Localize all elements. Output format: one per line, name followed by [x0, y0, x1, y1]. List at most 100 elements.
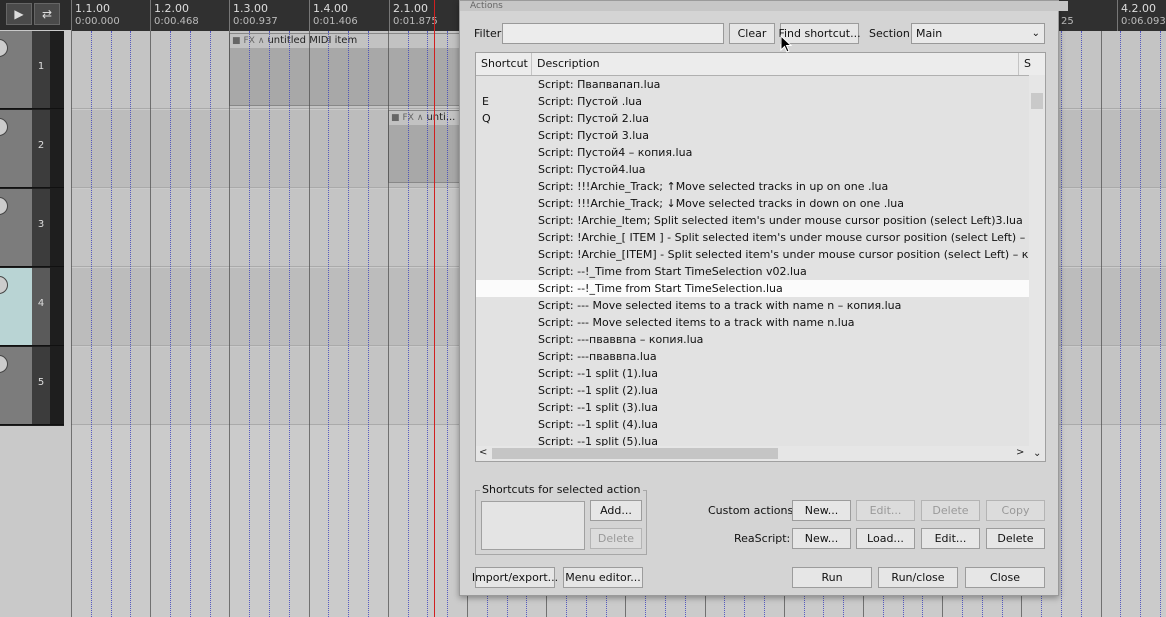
grid-line: [289, 31, 290, 617]
action-row[interactable]: Script: --- Move selected items to a tra…: [476, 297, 1029, 314]
action-row[interactable]: E Script: Пустой .lua: [476, 93, 1029, 110]
action-row[interactable]: Script: Пустой4.lua: [476, 161, 1029, 178]
grid-line: [1081, 31, 1082, 617]
grid-line: [408, 31, 409, 617]
action-description: Script: Пвапвапап.lua: [538, 78, 661, 91]
grid-line: [71, 31, 72, 617]
action-description: Script: --- Move selected items to a tra…: [538, 316, 855, 329]
midi-item[interactable]: ■ FX ∧ untitled MIDI item: [229, 33, 479, 106]
chevron-right-icon[interactable]: >: [1016, 447, 1024, 458]
action-description: Script: ---пваввпа.lua: [538, 350, 657, 363]
scrollbar-thumb[interactable]: [492, 448, 778, 459]
track-number: 2: [37, 140, 45, 151]
custom-edit-button[interactable]: Edit...: [856, 500, 915, 521]
delete-shortcut-button[interactable]: Delete: [590, 528, 642, 549]
reascript-delete-button[interactable]: Delete: [986, 528, 1045, 549]
action-description: Script: --1 split (4).lua: [538, 418, 659, 431]
action-description: Script: !Archie_[ITEM] - Split selected …: [538, 248, 1046, 261]
add-shortcut-button[interactable]: Add...: [590, 500, 642, 521]
run-button[interactable]: Run: [792, 567, 872, 588]
ruler-marker: 1.4.00 0:01.406: [309, 0, 358, 31]
action-row[interactable]: Script: !!!Archie_Track; ↓Move selected …: [476, 195, 1029, 212]
custom-new-button[interactable]: New...: [792, 500, 851, 521]
track-header-selected[interactable]: 4: [0, 268, 64, 346]
action-description: Script: !Archie_Item; Split selected ite…: [538, 214, 1023, 227]
track-header[interactable]: 1: [0, 31, 64, 109]
grid-line: [368, 31, 369, 617]
custom-copy-button[interactable]: Copy: [986, 500, 1045, 521]
column-header-extra[interactable]: S: [1019, 53, 1045, 75]
list-header: Shortcut Description S ^: [476, 53, 1045, 76]
action-row[interactable]: Script: --1 split (1).lua: [476, 365, 1029, 382]
chevron-down-icon[interactable]: ⌄: [1033, 448, 1041, 459]
section-select[interactable]: Main ⌄: [911, 23, 1045, 44]
reascript-load-button[interactable]: Load...: [856, 528, 915, 549]
play-cursor[interactable]: [434, 0, 435, 617]
action-row-selected[interactable]: Script: --!_Time from Start TimeSelectio…: [476, 280, 1029, 297]
action-row[interactable]: Script: --1 split (2).lua: [476, 382, 1029, 399]
filter-input[interactable]: [502, 23, 724, 44]
play-icon[interactable]: ▶: [6, 3, 32, 25]
action-row[interactable]: Script: --1 split (4).lua: [476, 416, 1029, 433]
dialog-title[interactable]: Actions: [460, 1, 1068, 11]
actions-list[interactable]: Shortcut Description S ^ Script: Пвапвап…: [475, 52, 1046, 462]
action-row[interactable]: Q Script: Пустой 2.lua: [476, 110, 1029, 127]
run-close-button[interactable]: Run/close: [878, 567, 958, 588]
scrollbar-thumb[interactable]: [1031, 93, 1043, 109]
volume-knob-icon[interactable]: [0, 118, 8, 136]
volume-knob-icon[interactable]: [0, 276, 8, 294]
track-header[interactable]: 3: [0, 189, 64, 267]
chevron-left-icon[interactable]: <: [479, 447, 487, 458]
action-row[interactable]: Script: ---пваввпа – копия.lua: [476, 331, 1029, 348]
item-name: unti...: [426, 112, 456, 123]
grid-line: [269, 31, 270, 617]
horizontal-scrollbar[interactable]: < >: [476, 446, 1029, 461]
action-row[interactable]: Script: Пустой 3.lua: [476, 127, 1029, 144]
action-description: Script: ---пваввпа – копия.lua: [538, 333, 704, 346]
volume-knob-icon[interactable]: [0, 355, 8, 373]
grid-line: [111, 31, 112, 617]
menu-editor-button[interactable]: Menu editor...: [563, 567, 643, 588]
action-description: Script: !!!Archie_Track; ↓Move selected …: [538, 197, 904, 210]
import-export-button[interactable]: Import/export...: [472, 567, 558, 588]
column-header-shortcut[interactable]: Shortcut: [476, 53, 532, 75]
sort-ascending-icon: ^: [771, 52, 779, 60]
shortcuts-group-title: Shortcuts for selected action: [480, 483, 643, 496]
grid-line: [249, 31, 250, 617]
action-description: Script: --!_Time from Start TimeSelectio…: [538, 282, 783, 295]
action-row[interactable]: Script: !Archie_[ ITEM ] - Split selecte…: [476, 229, 1045, 246]
action-shortcut: E: [482, 95, 489, 108]
reascript-new-button[interactable]: New...: [792, 528, 851, 549]
action-row[interactable]: Script: !Archie_Item; Split selected ite…: [476, 212, 1029, 229]
action-row[interactable]: Script: --- Move selected items to a tra…: [476, 314, 1029, 331]
grid-line: [190, 31, 191, 617]
track-number: 4: [37, 298, 45, 309]
action-description: Script: --- Move selected items to a tra…: [538, 299, 902, 312]
action-row[interactable]: Script: --1 split (3).lua: [476, 399, 1029, 416]
track-header[interactable]: 5: [0, 347, 64, 425]
grid-line: [210, 31, 211, 617]
shortcuts-list[interactable]: [481, 501, 585, 550]
action-row[interactable]: Script: Пвапвапап.lua: [476, 76, 1029, 93]
action-row[interactable]: Script: !Archie_[ITEM] - Split selected …: [476, 246, 1045, 263]
grid-line: [309, 31, 310, 617]
close-button[interactable]: Close: [965, 567, 1045, 588]
custom-delete-button[interactable]: Delete: [921, 500, 980, 521]
clear-button[interactable]: Clear: [729, 23, 775, 44]
action-description: Script: --1 split (2).lua: [538, 384, 659, 397]
action-description: Script: Пустой 3.lua: [538, 129, 649, 142]
grid-line: [1101, 31, 1102, 617]
reascript-edit-button[interactable]: Edit...: [921, 528, 980, 549]
action-row[interactable]: Script: Пустой4 – копия.lua: [476, 144, 1029, 161]
track-header[interactable]: 2: [0, 110, 64, 188]
vertical-scrollbar[interactable]: ⌄: [1029, 75, 1045, 461]
grid-line: [328, 31, 329, 617]
action-description: Script: --1 split (3).lua: [538, 401, 659, 414]
action-row[interactable]: Script: !!!Archie_Track; ↑Move selected …: [476, 178, 1029, 195]
action-row[interactable]: Script: ---пваввпа.lua: [476, 348, 1029, 365]
repeat-icon[interactable]: ⇄: [34, 3, 60, 25]
volume-knob-icon[interactable]: [0, 197, 8, 215]
action-row[interactable]: Script: --!_Time from Start TimeSelectio…: [476, 263, 1029, 280]
volume-knob-icon[interactable]: [0, 39, 8, 57]
grid-line: [170, 31, 171, 617]
